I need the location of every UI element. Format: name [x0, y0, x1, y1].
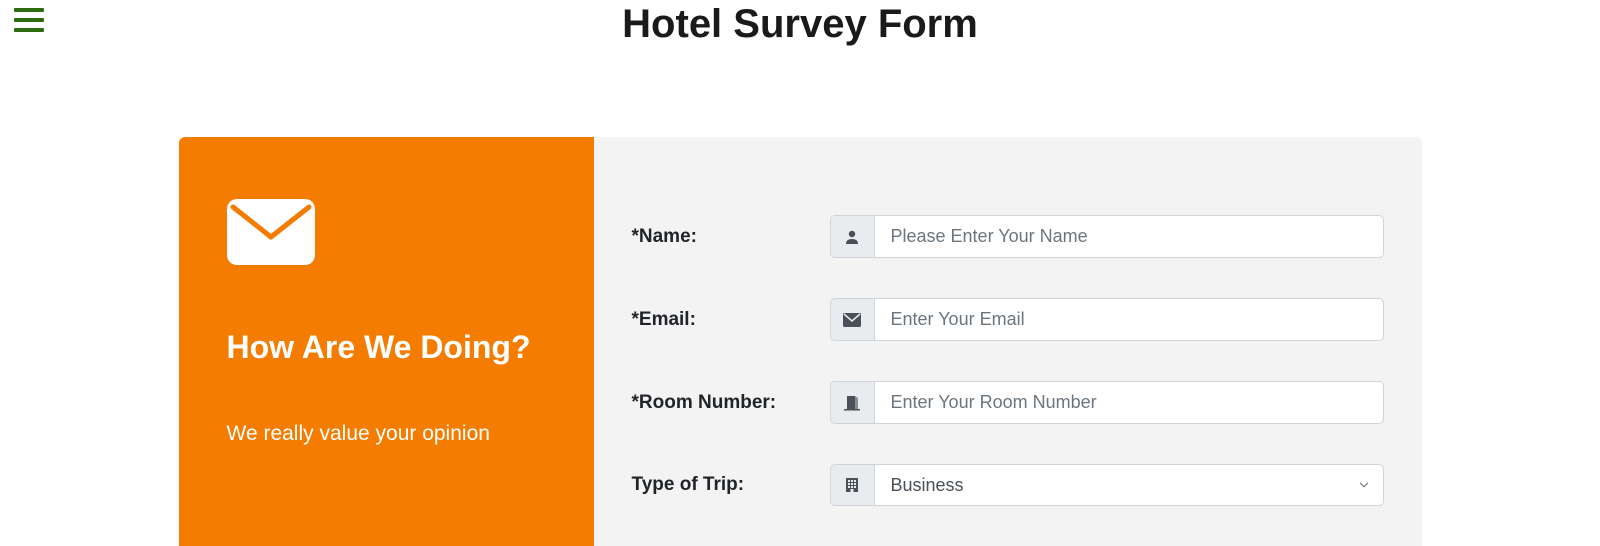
email-input[interactable] [875, 299, 1383, 340]
room-input-group [830, 381, 1384, 424]
form-container: How Are We Doing? We really value your o… [179, 137, 1422, 546]
room-row: *Room Number: [632, 381, 1384, 424]
name-label: *Name: [632, 226, 830, 248]
room-input[interactable] [875, 382, 1383, 423]
room-label: *Room Number: [632, 392, 830, 414]
envelope-icon [227, 199, 546, 270]
menu-button[interactable] [14, 8, 44, 32]
name-row: *Name: [632, 215, 1384, 258]
building-icon [831, 465, 875, 505]
intro-heading: How Are We Doing? [227, 328, 546, 366]
trip-select[interactable]: Business [875, 465, 1383, 505]
mail-icon [831, 299, 875, 340]
name-input[interactable] [875, 216, 1383, 257]
user-icon [831, 216, 875, 257]
intro-subtext: We really value your opinion [227, 422, 546, 446]
trip-row: Type of Trip: [632, 464, 1384, 506]
door-icon [831, 382, 875, 423]
page-title: Hotel Survey Form [0, 0, 1600, 47]
email-row: *Email: [632, 298, 1384, 341]
trip-input-group: Business [830, 464, 1384, 506]
form-panel: *Name: *Email: [594, 137, 1422, 546]
trip-label: Type of Trip: [632, 474, 830, 496]
name-input-group [830, 215, 1384, 258]
intro-panel: How Are We Doing? We really value your o… [179, 137, 594, 546]
email-label: *Email: [632, 309, 830, 331]
email-input-group [830, 298, 1384, 341]
